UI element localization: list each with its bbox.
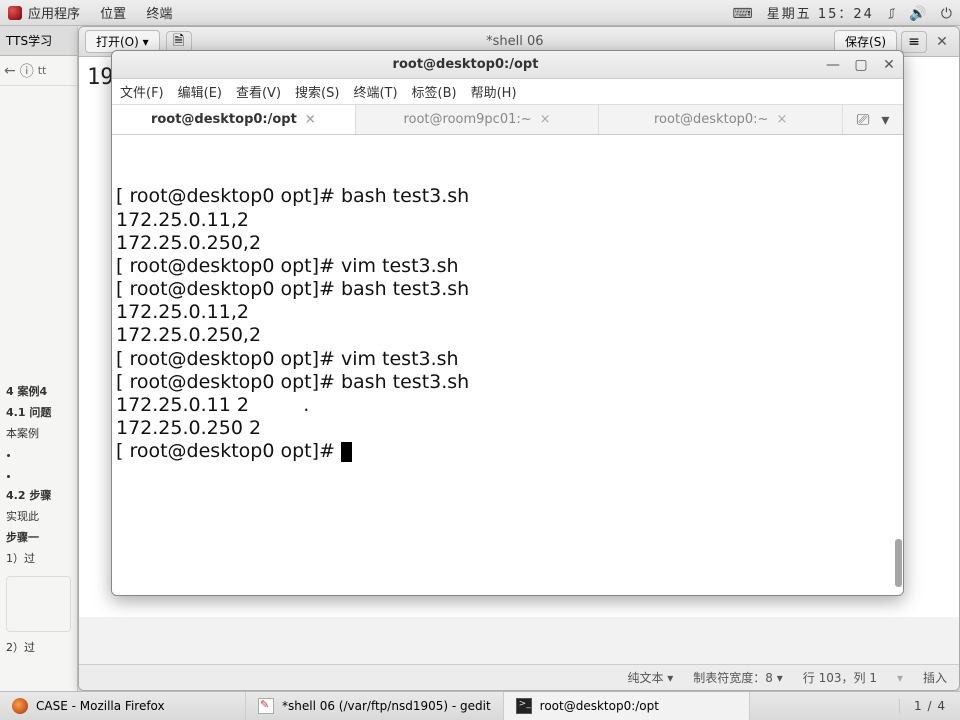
task-firefox[interactable]: CASE - Mozilla Firefox [0,692,246,720]
chevron-down-icon[interactable]: ▾ [881,110,889,129]
gedit-statusbar: 纯文本 ▾ 制表符宽度：8 ▾ 行 103，列 1 ▾ 插入 [79,664,959,690]
terminal-line: [ root@desktop0 opt]# vim test3.sh [116,348,899,371]
task-gedit[interactable]: *shell 06 (/var/ftp/nsd1905) - gedit [246,692,504,720]
terminal-icon [516,698,532,714]
doc-section: 4.2 步骤 [6,489,51,502]
doc-text: 本案例 [6,427,39,440]
terminal-output[interactable]: [ root@desktop0 opt]# bash test3.sh172.2… [112,135,903,595]
doc-text: 1）过 [6,552,35,565]
minimize-icon[interactable]: — [819,57,847,73]
tab-label: root@desktop0:/opt [151,112,297,127]
close-icon[interactable]: ✕ [931,31,953,53]
power-icon[interactable]: ⏻ [941,6,952,22]
terminal-line: 172.25.0.11,2 [116,301,899,324]
firefox-content: 4 案例4 4.1 问题 本案例 4.2 步骤 实现此 步骤一 1）过 2）过 [0,86,77,665]
doc-text: 步骤一 [6,531,39,544]
firefox-window: TTS学习 ← ⓘ tt 4 案例4 4.1 问题 本案例 4.2 步骤 实现此… [0,26,78,691]
firefox-icon [12,698,28,714]
menu-file[interactable]: 文件(F) [120,82,164,101]
doc-section: 4.1 问题 [6,406,51,419]
task-label: *shell 06 (/var/ftp/nsd1905) - gedit [282,699,491,713]
menu-view[interactable]: 查看(V) [236,82,281,101]
terminal-line: 172.25.0.250,2 [116,232,899,255]
firefox-toolbar: ← ⓘ tt [0,56,77,86]
terminal-line: 172.25.0.250 2 [116,417,899,440]
terminal-titlebar: root@desktop0:/opt — ▢ ✕ [112,51,903,79]
terminal-line: 172.25.0.11,2 [116,209,899,232]
task-label: CASE - Mozilla Firefox [36,699,165,713]
scrollbar[interactable] [893,135,903,595]
syntax-mode[interactable]: 纯文本 ▾ [627,669,673,686]
task-label: root@desktop0:/opt [540,699,659,713]
menu-places[interactable]: 位置 [100,7,126,22]
terminal-line: [ root@desktop0 opt]# bash test3.sh [116,278,899,301]
menu-search[interactable]: 搜索(S) [295,82,339,101]
tab-close-icon[interactable]: × [305,112,316,127]
terminal-line: 172.25.0.11 2 . [116,394,899,417]
system-tray: ⌨ 星期五 15：24 ⎎ 🔊 ⏻ [722,3,952,22]
task-terminal[interactable]: root@desktop0:/opt [504,692,750,720]
close-icon[interactable]: ✕ [875,57,903,73]
maximize-icon[interactable]: ▢ [847,57,875,73]
doc-section: 4 案例4 [6,385,47,398]
terminal-tabs: root@desktop0:/opt×root@room9pc01:~×root… [112,105,903,135]
terminal-line: [ root@desktop0 opt]# bash test3.sh [116,371,899,394]
top-menu: 应用程序 位置 终端 [28,3,188,22]
keyboard-icon[interactable]: ⌨ [732,6,752,22]
gedit-title: *shell 06 [196,34,834,49]
menu-tabs[interactable]: 标签(B) [412,82,457,101]
terminal-menubar: 文件(F) 编辑(E) 查看(V) 搜索(S) 终端(T) 标签(B) 帮助(H… [112,79,903,105]
top-panel: 应用程序 位置 终端 ⌨ 星期五 15：24 ⎎ 🔊 ⏻ [0,0,960,26]
cursor-position: 行 103，列 1 [803,669,877,686]
hamburger-icon[interactable]: ≡ [901,31,927,53]
terminal-title: root@desktop0:/opt [112,57,819,72]
workspace-indicator[interactable]: 1 / 4 [899,699,960,713]
cursor [341,442,352,462]
clock[interactable]: 星期五 15：24 [767,7,874,22]
terminal-tab[interactable]: root@desktop0:~ × [599,105,843,134]
tab-width[interactable]: 制表符宽度：8 ▾ [693,669,782,686]
back-icon[interactable]: ← [4,63,16,79]
activities-icon [8,6,22,20]
new-tab-icon[interactable]: ⎚ [857,110,870,130]
info-icon[interactable]: ⓘ [20,61,34,81]
terminal-tab[interactable]: root@room9pc01:~ × [356,105,600,134]
terminal-window: root@desktop0:/opt — ▢ ✕ 文件(F) 编辑(E) 查看(… [111,50,904,596]
terminal-line: [ root@desktop0 opt]# [116,440,899,463]
taskbar: CASE - Mozilla Firefox *shell 06 (/var/f… [0,691,960,720]
doc-text: 实现此 [6,510,39,523]
firefox-tab[interactable]: TTS学习 [6,32,52,49]
menu-applications[interactable]: 应用程序 [28,7,80,22]
tab-close-icon[interactable]: × [776,112,787,127]
menu-terminal[interactable]: 终端(T) [353,82,397,101]
menu-edit[interactable]: 编辑(E) [178,82,222,101]
gedit-icon [258,698,274,714]
menu-terminal[interactable]: 终端 [146,7,172,22]
volume-icon[interactable]: 🔊 [909,6,926,22]
firefox-tabbar: TTS学习 [0,26,77,56]
tab-label: root@room9pc01:~ [403,112,531,127]
terminal-line: [ root@desktop0 opt]# vim test3.sh [116,255,899,278]
doc-text: 2）过 [6,641,35,654]
scrollbar-thumb[interactable] [895,539,902,587]
url-fragment: tt [38,64,47,77]
tab-close-icon[interactable]: × [540,112,551,127]
terminal-line: 172.25.0.250,2 [116,324,899,347]
tab-label: root@desktop0:~ [654,112,768,127]
network-icon[interactable]: ⎎ [888,6,895,22]
terminal-line: [ root@desktop0 opt]# bash test3.sh [116,185,899,208]
insert-mode: 插入 [923,669,947,686]
terminal-tab[interactable]: root@desktop0:/opt × [112,105,356,134]
menu-help[interactable]: 帮助(H) [471,82,517,101]
